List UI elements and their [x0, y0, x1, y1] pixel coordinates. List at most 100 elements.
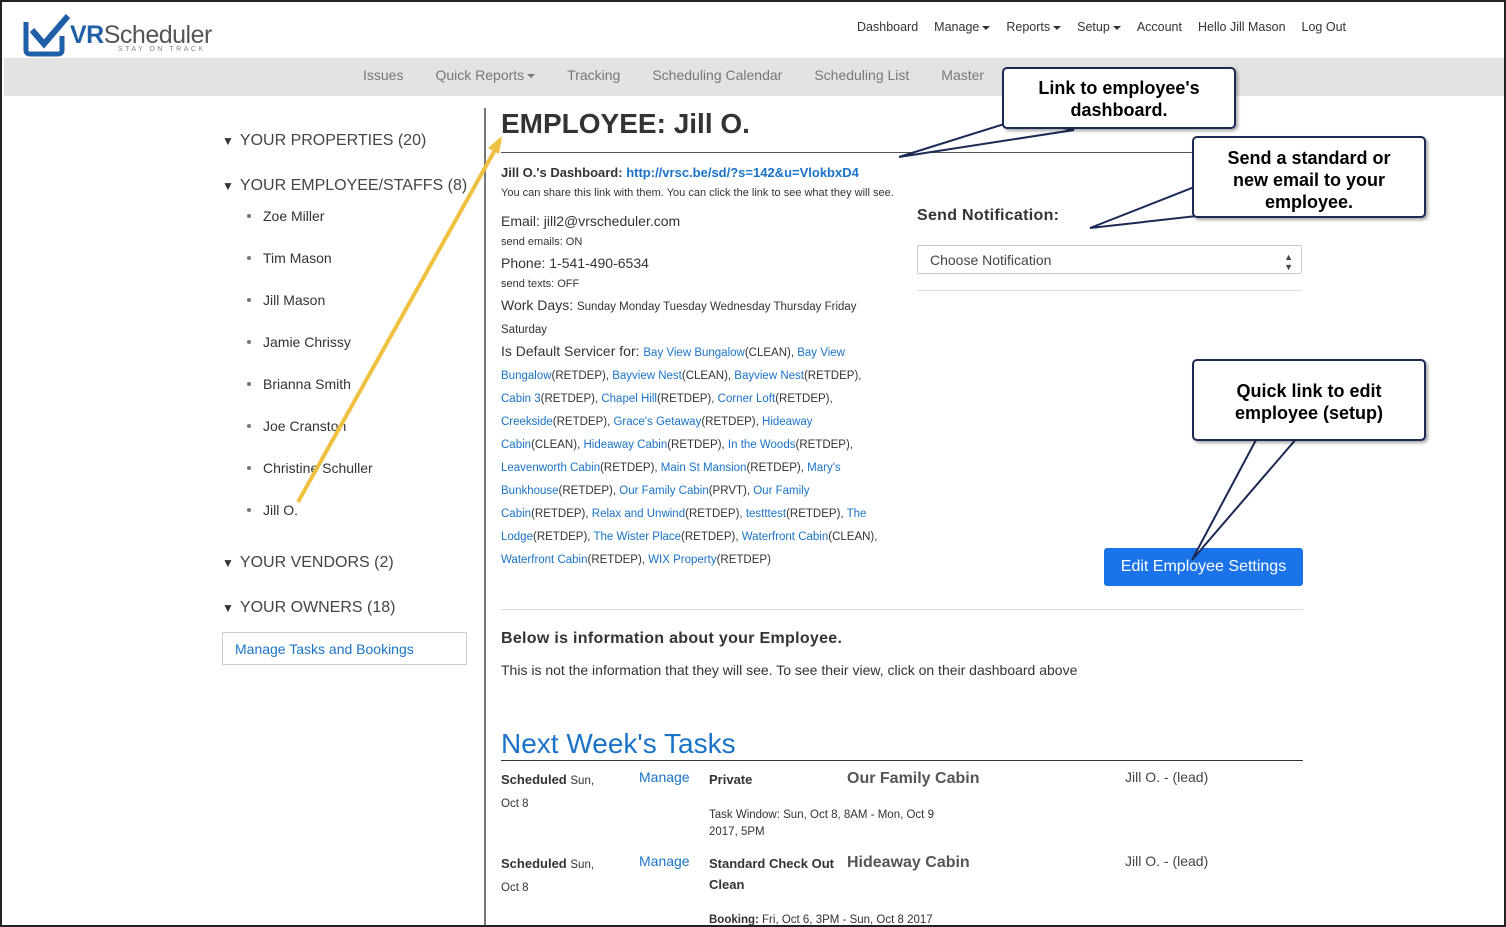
task-window: Task Window: Sun, Oct 8, 8AM - Mon, Oct …: [709, 809, 934, 838]
servicer-property-link[interactable]: Hideaway Cabin: [583, 439, 667, 451]
task-type: Standard Check Out Clean: [709, 856, 834, 892]
caret-down-icon: [527, 74, 536, 79]
servicer-task-code: (RETDEP),: [540, 393, 602, 405]
servicer-property-link[interactable]: Corner Loft: [718, 393, 776, 405]
task-booking: Booking: Fri, Oct 6, 3PM - Sun, Oct 8 20…: [709, 914, 933, 926]
triangle-down-icon: ▼: [222, 601, 234, 615]
servicer-label: Is Default Servicer for:: [501, 343, 640, 359]
sidebar-divider: [484, 108, 486, 925]
callout-pointer: [1191, 437, 1300, 561]
sub-nav: Issues Quick Reports Tracking Scheduling…: [4, 58, 1504, 96]
task-assignee: Jill O. - (lead): [1125, 853, 1209, 869]
nav-account[interactable]: Account: [1137, 20, 1182, 34]
servicer-property-link[interactable]: Waterfront Cabin: [742, 531, 829, 543]
task-assignee: Jill O. - (lead): [1125, 769, 1209, 785]
staff-item[interactable]: Jamie Chrissy: [222, 333, 472, 375]
servicer-property-link[interactable]: Bay View Bungalow: [643, 347, 744, 359]
servicer-property-link[interactable]: Chapel Hill: [601, 393, 657, 405]
nav-logout[interactable]: Log Out: [1302, 20, 1346, 34]
nav-manage[interactable]: Manage: [934, 20, 991, 34]
notification-label: Send Notification:: [917, 207, 1060, 224]
subnav-calendar[interactable]: Scheduling Calendar: [652, 67, 782, 83]
divider: [501, 609, 1303, 610]
servicer-task-code: (RETDEP),: [558, 485, 620, 497]
servicer-property-link[interactable]: Main St Mansion: [661, 462, 747, 474]
servicer-task-code: (RETDEP),: [685, 508, 746, 520]
nav-reports[interactable]: Reports: [1006, 20, 1062, 34]
staff-item[interactable]: Brianna Smith: [222, 375, 472, 417]
dashboard-label: Jill O.'s Dashboard:: [501, 165, 623, 180]
servicer-task-code: (RETDEP),: [786, 508, 847, 520]
logo-tagline: STAY ON TRACK: [118, 46, 206, 53]
servicer-property-link[interactable]: Grace's Getaway: [613, 416, 701, 428]
staff-item[interactable]: Jill O.: [222, 501, 472, 543]
caret-down-icon: [1053, 25, 1062, 30]
email-value: jill2@vrscheduler.com: [543, 213, 681, 229]
servicer-task-code: (RETDEP): [716, 554, 771, 566]
servicer-task-code: (RETDEP),: [681, 531, 742, 543]
servicer-task-code: (RETDEP),: [587, 554, 649, 566]
subnav-issues[interactable]: Issues: [363, 67, 403, 83]
servicer-task-code: (RETDEP),: [552, 416, 614, 428]
servicer-property-link[interactable]: Cabin 3: [501, 393, 541, 405]
servicer-task-code: (RETDEP),: [701, 416, 763, 428]
subnav-list[interactable]: Scheduling List: [814, 67, 909, 83]
subnav-master[interactable]: Master: [941, 67, 984, 83]
task-manage-link[interactable]: Manage: [639, 853, 690, 869]
sidebar-properties-toggle[interactable]: ▼ YOUR PROPERTIES (20): [222, 129, 472, 174]
triangle-down-icon: ▼: [222, 179, 234, 193]
servicer-list: Bay View Bungalow(CLEAN), Bay View Bunga…: [501, 347, 877, 566]
servicer-task-code: (RETDEP),: [551, 370, 613, 382]
staff-item[interactable]: Joe Cranston: [222, 417, 472, 459]
staff-item[interactable]: Zoe Miller: [222, 207, 472, 249]
task-manage-link[interactable]: Manage: [639, 769, 690, 785]
task-status: Scheduled: [501, 772, 567, 787]
task-status: Scheduled: [501, 856, 567, 871]
staff-item[interactable]: Tim Mason: [222, 249, 472, 291]
sidebar-vendors-toggle[interactable]: ▼ YOUR VENDORS (2): [222, 551, 472, 596]
checkmark-logo-icon: [23, 14, 71, 57]
servicer-task-code: (RETDEP),: [795, 439, 853, 451]
servicer-property-link[interactable]: Leavenworth Cabin: [501, 462, 600, 474]
task-property: Our Family Cabin: [847, 770, 980, 787]
servicer-task-code: (RETDEP),: [667, 439, 728, 451]
task-row: Scheduled Sun, Oct 8 Manage Private Our …: [501, 769, 1303, 853]
servicer-task-code: (RETDEP),: [600, 462, 661, 474]
workdays-label: Work Days:: [501, 297, 574, 313]
sidebar: ▼ YOUR PROPERTIES (20) ▼ YOUR EMPLOYEE/STA…: [222, 129, 472, 665]
send-emails-status: send emails: ON: [501, 236, 583, 248]
callout-pointer: [1089, 184, 1198, 229]
servicer-property-link[interactable]: In the Woods: [728, 439, 796, 451]
nav-dashboard[interactable]: Dashboard: [857, 20, 918, 34]
servicer-task-code: (PRVT),: [708, 485, 754, 497]
select-arrow-icon: ▲ ▼: [1284, 252, 1293, 272]
dashboard-link[interactable]: http://vrsc.be/sd/?s=142&u=VlokbxD4: [626, 165, 859, 180]
phone-label: Phone:: [501, 255, 546, 271]
yellow-arrowhead-icon: [488, 136, 502, 154]
servicer-task-code: (RETDEP),: [531, 508, 592, 520]
servicer-task-code: (RETDEP),: [656, 393, 718, 405]
servicer-property-link[interactable]: Waterfront Cabin: [501, 554, 588, 566]
logo[interactable]: VRScheduler STAY ON TRACK: [22, 12, 222, 58]
nav-greeting[interactable]: Hello Jill Mason: [1198, 20, 1286, 34]
servicer-property-link[interactable]: Bayview Nest: [612, 370, 682, 382]
divider: [501, 152, 1303, 153]
servicer-property-link[interactable]: testttest: [746, 508, 786, 520]
servicer-property-link[interactable]: The Wister Place: [593, 531, 681, 543]
edit-employee-settings-button[interactable]: Edit Employee Settings: [1104, 548, 1303, 586]
below-note: This is not the information that they wi…: [501, 662, 1078, 678]
servicer-property-link[interactable]: Bayview Nest: [734, 370, 804, 382]
staff-item[interactable]: Christine Schuller: [222, 459, 472, 501]
nav-setup[interactable]: Setup: [1077, 20, 1121, 34]
dashboard-note: You can share this link with them. You c…: [501, 187, 894, 199]
servicer-property-link[interactable]: WIX Property: [648, 554, 716, 566]
servicer-property-link[interactable]: Creekside: [501, 416, 553, 428]
subnav-tracking[interactable]: Tracking: [567, 67, 620, 83]
manage-tasks-link[interactable]: Manage Tasks and Bookings: [222, 632, 467, 665]
subnav-quick-reports[interactable]: Quick Reports: [435, 67, 536, 83]
notification-select[interactable]: Choose Notification ▲ ▼: [917, 245, 1302, 274]
callout-edit: Quick link to edit employee (setup): [1192, 359, 1426, 441]
servicer-property-link[interactable]: Relax and Unwind: [592, 508, 685, 520]
staff-item[interactable]: Jill Mason: [222, 291, 472, 333]
servicer-property-link[interactable]: Our Family Cabin: [619, 485, 708, 497]
